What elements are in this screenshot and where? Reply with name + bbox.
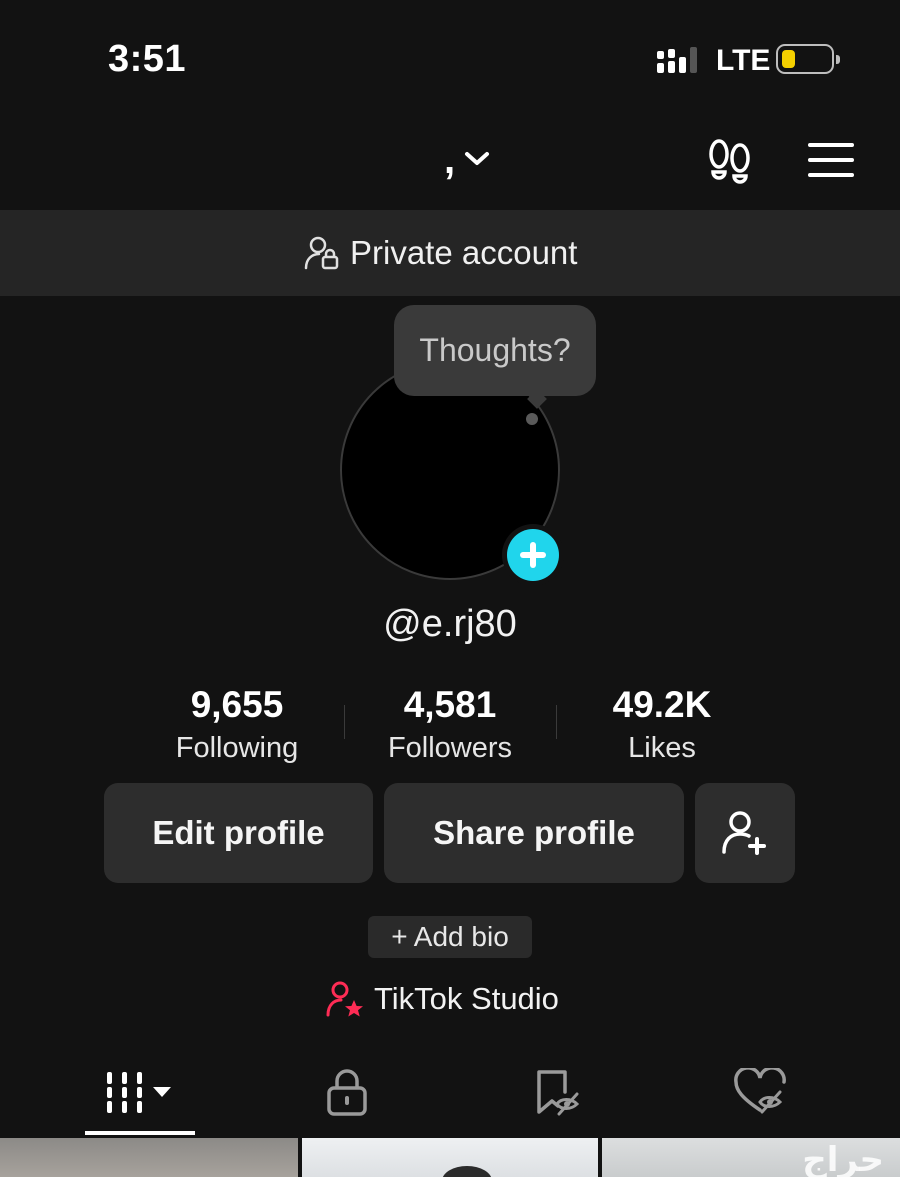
watermark-logo: حراج	[802, 1141, 884, 1177]
video-thumbnail[interactable]	[302, 1138, 598, 1177]
thought-bubble-text: Thoughts?	[419, 332, 571, 368]
thought-bubble[interactable]: Thoughts?	[394, 305, 596, 396]
profile-handle: @e.rj80	[383, 603, 517, 645]
thought-bubble-dot	[526, 413, 538, 425]
video-thumbnail[interactable]	[0, 1138, 298, 1177]
tab-liked[interactable]	[700, 1062, 820, 1122]
edit-profile-button[interactable]: Edit profile	[104, 783, 373, 883]
lock-icon	[327, 1069, 367, 1116]
grid-icon	[107, 1072, 171, 1113]
plus-icon	[520, 542, 546, 568]
stat-following[interactable]: 9,655 Following	[137, 684, 337, 765]
tab-saved[interactable]	[497, 1062, 617, 1122]
active-tab-indicator	[85, 1131, 195, 1135]
stat-divider	[556, 705, 557, 739]
private-account-icon	[304, 236, 339, 270]
share-profile-button[interactable]: Share profile	[384, 783, 684, 883]
chevron-down-icon	[465, 152, 489, 165]
add-bio-button[interactable]: + Add bio	[368, 916, 532, 958]
battery-icon	[776, 44, 840, 74]
likes-count: 49.2K	[612, 684, 712, 725]
add-story-button[interactable]	[502, 524, 564, 586]
tiktok-studio-label: TikTok Studio	[374, 981, 559, 1016]
stat-likes[interactable]: 49.2K Likes	[562, 684, 762, 765]
stat-followers[interactable]: 4,581 Followers	[350, 684, 550, 765]
stat-divider	[344, 705, 345, 739]
private-account-label: Private account	[350, 234, 578, 271]
following-label: Following	[175, 732, 299, 764]
tiktok-studio-link[interactable]: TikTok Studio	[326, 977, 559, 1021]
hidden-heart-icon	[734, 1068, 786, 1114]
likes-label: Likes	[628, 732, 696, 764]
battery-level-fill	[782, 50, 795, 68]
account-switcher[interactable]: ,	[440, 138, 500, 182]
following-count: 9,655	[190, 684, 284, 725]
video-thumbnail[interactable]: حراج	[602, 1138, 900, 1177]
tab-videos[interactable]	[80, 1062, 200, 1122]
tab-private[interactable]	[287, 1062, 407, 1122]
private-account-banner[interactable]: Private account	[0, 210, 900, 296]
followers-label: Followers	[387, 732, 513, 764]
cellular-signal-icon	[657, 47, 697, 73]
add-friend-button[interactable]	[695, 783, 795, 883]
status-time: 3:51	[108, 38, 187, 80]
footprints-icon[interactable]	[704, 134, 756, 186]
hidden-bookmark-icon	[537, 1070, 580, 1116]
account-username: ,	[444, 138, 456, 182]
network-type: LTE	[716, 44, 771, 77]
hamburger-menu-icon[interactable]	[806, 140, 856, 180]
followers-count: 4,581	[403, 684, 497, 725]
studio-icon	[326, 981, 363, 1017]
add-friend-icon	[722, 811, 766, 855]
